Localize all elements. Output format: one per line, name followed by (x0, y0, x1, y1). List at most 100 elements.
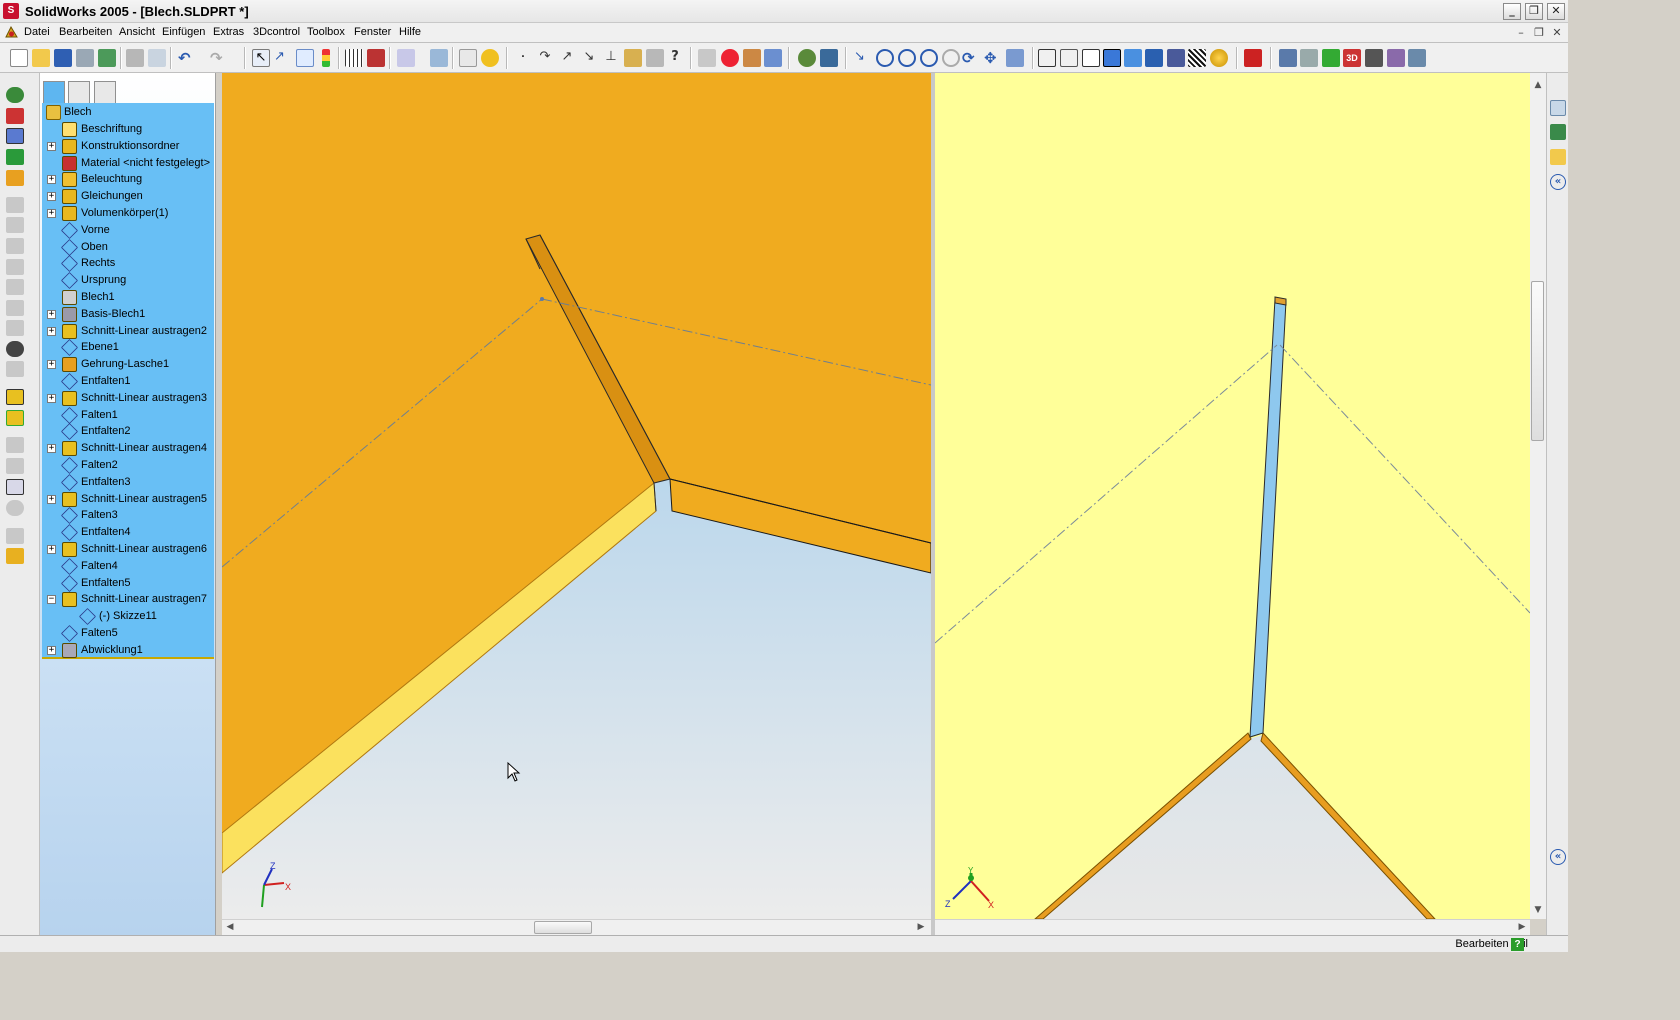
measure-icon[interactable] (430, 49, 448, 67)
sketch-tools-icon[interactable] (6, 87, 24, 103)
bend-icon[interactable] (624, 49, 642, 67)
collapse-icon[interactable]: − (47, 595, 56, 605)
view-cube-icon[interactable] (1006, 49, 1024, 67)
reference-geometry-icon[interactable] (6, 170, 24, 186)
whats-this-icon[interactable]: ? (666, 49, 684, 67)
tree-item[interactable]: Rechts (42, 255, 214, 273)
tree-item[interactable]: + Basis-Blech1 (42, 306, 214, 323)
loft-icon[interactable] (6, 259, 24, 275)
curvature-icon[interactable] (1188, 49, 1206, 67)
graphics-viewport-left[interactable]: X Z (222, 73, 931, 919)
wireframe-icon[interactable] (1038, 49, 1056, 67)
solidworks-logo-icon[interactable] (4, 25, 19, 40)
view-orient-icon[interactable] (397, 49, 415, 67)
expand-icon[interactable]: + (47, 494, 56, 504)
doc-close-icon[interactable]: ✕ (1550, 26, 1564, 40)
tree-item[interactable]: Material <nicht festgelegt> (42, 155, 214, 172)
tree-item[interactable]: + Konstruktionsordner (42, 138, 214, 155)
scroll-right-icon[interactable]: ▶ (1515, 920, 1529, 934)
rotate-icon[interactable]: ⟳ (962, 49, 980, 67)
sheetmetal-tools-icon[interactable] (6, 149, 24, 165)
fillet-icon[interactable] (6, 279, 24, 295)
solidworks-icon[interactable]: S (3, 3, 19, 19)
print-preview-icon[interactable] (148, 49, 166, 67)
sketch-icon[interactable] (296, 49, 314, 67)
dimension-icon[interactable] (6, 108, 24, 124)
tree-item[interactable]: Oben (42, 238, 214, 256)
tree-item[interactable]: + Schnitt-Linear austragen6 (42, 541, 214, 558)
3d-icon[interactable]: 3D (1343, 49, 1361, 67)
shaded-edges-icon[interactable] (1103, 49, 1121, 67)
zoom-fit-icon[interactable] (698, 49, 716, 67)
zoom-to-fit-icon[interactable] (876, 49, 894, 67)
jog-icon[interactable] (6, 548, 24, 564)
expand-icon[interactable]: + (47, 209, 56, 218)
expand-icon[interactable]: « (1550, 849, 1566, 865)
tree-item[interactable]: + Schnitt-Linear austragen3 (42, 390, 214, 407)
hole-icon[interactable] (6, 437, 24, 453)
point-icon[interactable]: · (514, 49, 532, 67)
tree-item[interactable]: (-) Skizze11 (42, 608, 214, 626)
tree-item[interactable]: Falten1 (42, 406, 214, 424)
miter-flange-tool-icon[interactable] (6, 500, 24, 516)
zoom-area-icon[interactable] (898, 49, 916, 67)
hidden-lines-visible-icon[interactable] (1060, 49, 1078, 67)
horizontal-scrollbar-left[interactable]: ◀ ▶ (222, 919, 931, 935)
minimize-icon[interactable]: _ (1503, 3, 1521, 20)
save-icon[interactable] (54, 49, 72, 67)
shell-icon[interactable] (6, 320, 24, 336)
features-icon[interactable] (6, 128, 24, 144)
tree-item[interactable]: Ebene1 (42, 339, 214, 357)
scroll-thumb-left[interactable] (534, 921, 592, 934)
options-icon[interactable] (98, 49, 116, 67)
new-icon[interactable] (10, 49, 28, 67)
realview-icon[interactable] (1210, 49, 1228, 67)
help-icon[interactable] (481, 49, 499, 67)
panel-splitter[interactable] (216, 73, 220, 935)
scene-icon[interactable] (1300, 49, 1318, 67)
scroll-left-icon[interactable]: ◀ (223, 920, 237, 934)
expand-icon[interactable]: + (47, 309, 56, 319)
grid-icon[interactable] (345, 49, 363, 67)
rib-icon[interactable] (6, 341, 24, 357)
expand-icon[interactable]: + (47, 545, 56, 554)
hidden-lines-removed-icon[interactable] (1082, 49, 1100, 67)
arc-icon[interactable]: ↷ (536, 49, 554, 67)
tree-root[interactable]: Blech (42, 104, 214, 121)
rip-icon[interactable] (1408, 49, 1426, 67)
tree-item[interactable]: + Schnitt-Linear austragen4 (42, 440, 214, 457)
revolve-icon[interactable] (6, 217, 24, 233)
pan-icon[interactable]: ✥ (984, 49, 1002, 67)
light-icon[interactable] (1322, 49, 1340, 67)
wrap-icon[interactable] (6, 361, 24, 377)
zoom-selection-icon[interactable] (942, 49, 960, 67)
shaded-icon[interactable] (1124, 49, 1142, 67)
configuration-manager-tab[interactable] (94, 81, 116, 103)
tree-item[interactable]: Falten2 (42, 457, 214, 474)
select-icon[interactable]: ↖ (252, 49, 270, 67)
scroll-down-icon[interactable]: ▼ (1531, 903, 1545, 917)
dome-icon[interactable] (6, 389, 24, 405)
menu-hilfe[interactable]: Hilfe (399, 26, 421, 38)
graphics-viewport-right[interactable]: Z X Y (935, 73, 1530, 919)
restore-icon[interactable]: ❐ (1525, 3, 1543, 20)
menu-3dcontrol[interactable]: 3Dcontrol (253, 26, 300, 38)
extrude-icon[interactable] (6, 197, 24, 213)
menu-einfuegen[interactable]: Einfügen (162, 26, 205, 38)
undo-icon[interactable]: ↶ (178, 49, 196, 67)
menu-fenster[interactable]: Fenster (354, 26, 391, 38)
shadow-icon[interactable] (1145, 49, 1163, 67)
tree-item[interactable]: − Schnitt-Linear austragen7 (42, 591, 214, 608)
tree-item[interactable]: Entfalten1 (42, 373, 214, 390)
expand-icon[interactable]: + (47, 444, 56, 454)
scroll-right-icon[interactable]: ▶ (914, 920, 928, 934)
base-flange-tool-icon[interactable] (6, 458, 24, 474)
tree-item[interactable]: Entfalten5 (42, 574, 214, 592)
open-icon[interactable] (32, 49, 50, 67)
perpendicular-icon[interactable]: ⊥ (602, 49, 620, 67)
camera-icon[interactable] (1279, 49, 1297, 67)
menu-extras[interactable]: Extras (213, 26, 244, 38)
hem-icon[interactable] (6, 528, 24, 544)
toolbox-icon[interactable] (1387, 49, 1405, 67)
line-icon[interactable]: ↗ (558, 49, 576, 67)
